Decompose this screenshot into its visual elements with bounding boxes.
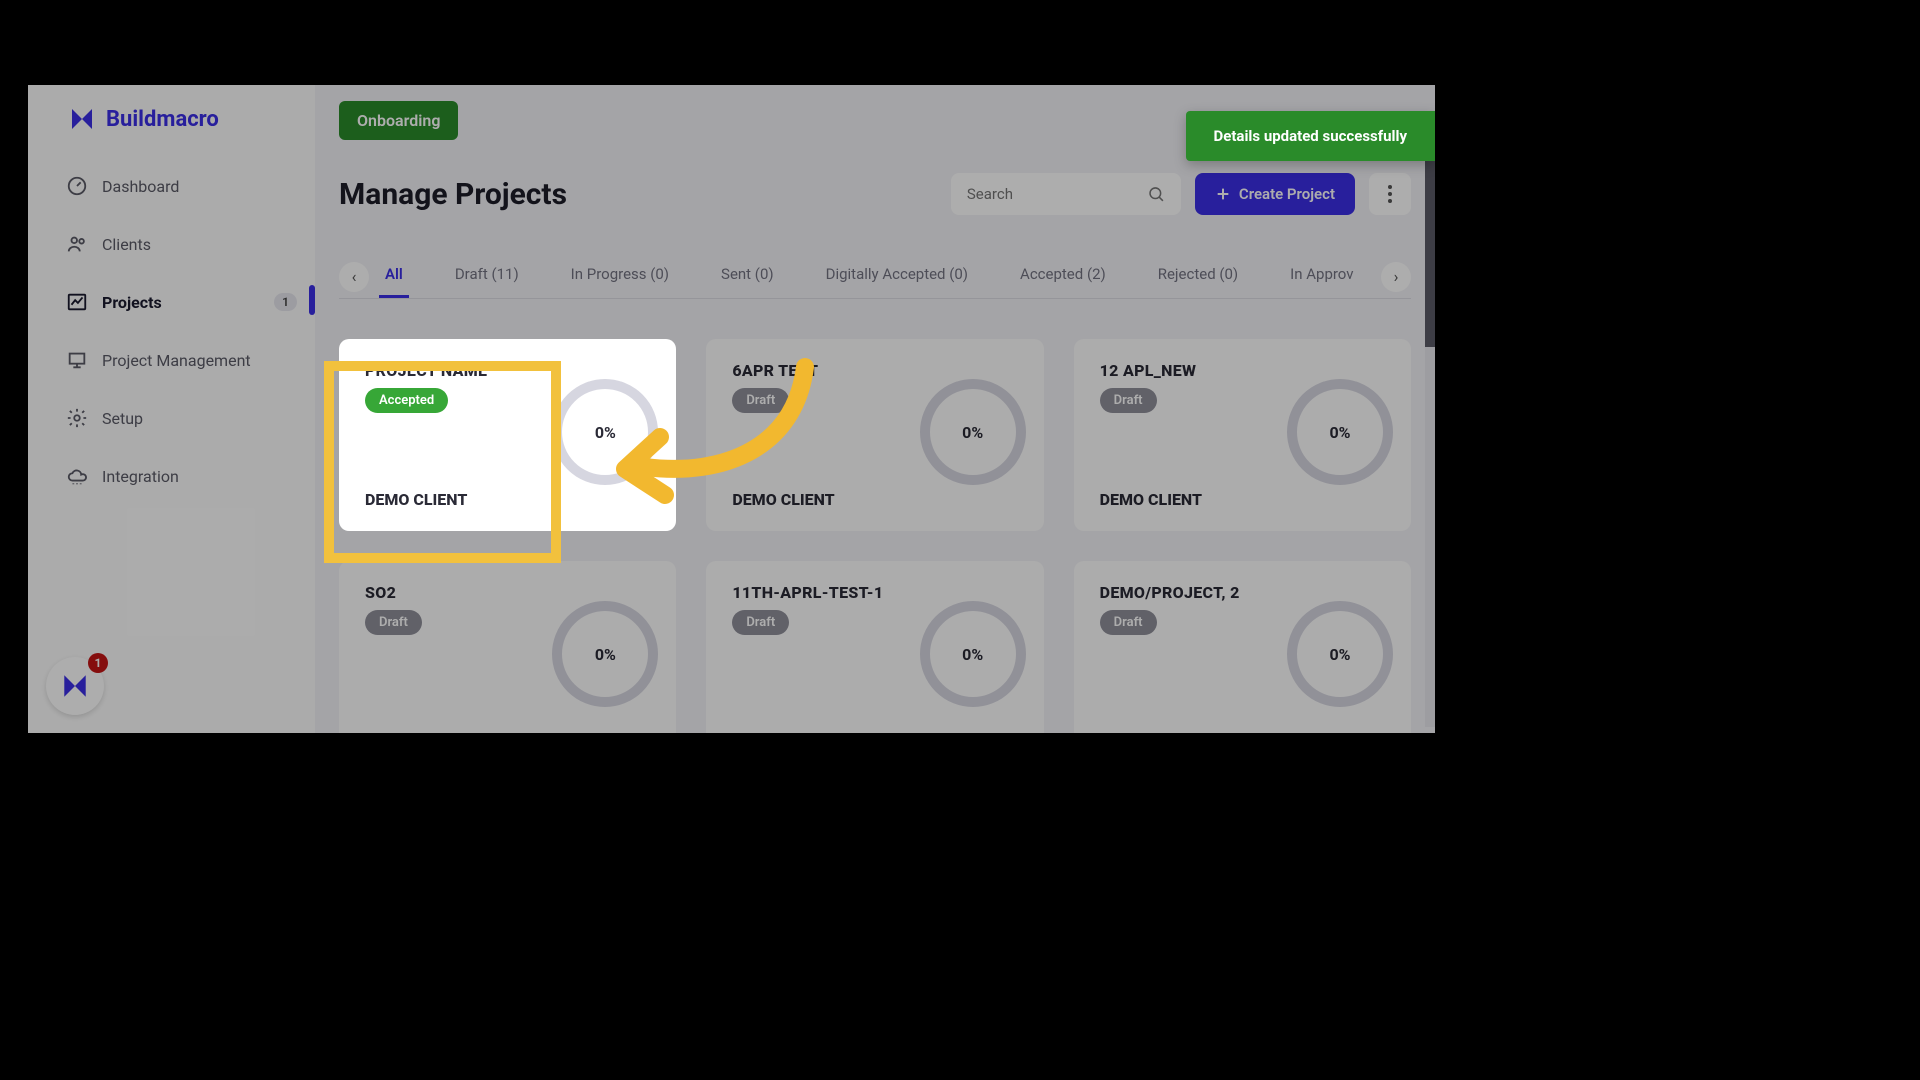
status-badge: Accepted: [365, 388, 448, 413]
success-toast: Details updated successfully: [1186, 111, 1436, 161]
sidebar: Buildmacro Dashboard Clients Projects 1 …: [28, 85, 315, 733]
sidebar-item-project-management[interactable]: Project Management: [28, 331, 315, 389]
nav-label: Setup: [102, 409, 143, 428]
sidebar-item-dashboard[interactable]: Dashboard: [28, 157, 315, 215]
project-card[interactable]: 11TH-APRL-TEST-1 Draft 0%: [706, 561, 1043, 733]
status-badge: Draft: [365, 610, 422, 635]
status-badge: Draft: [732, 610, 789, 635]
nav-list: Dashboard Clients Projects 1 Project Man…: [28, 157, 315, 505]
page-title: Manage Projects: [339, 177, 937, 212]
progress-value: 0%: [962, 423, 983, 442]
project-name: SO2: [365, 583, 650, 602]
project-name: 11TH-APRL-TEST-1: [732, 583, 1017, 602]
status-badge: Draft: [732, 388, 789, 413]
status-badge: Draft: [1100, 610, 1157, 635]
nav-label: Integration: [102, 467, 179, 486]
tab-rejected[interactable]: Rejected (0): [1152, 255, 1244, 298]
progress-value: 0%: [595, 423, 616, 442]
kebab-icon: [1388, 185, 1392, 203]
brand-name: Buildmacro: [106, 107, 219, 132]
progress-ring: 0%: [920, 379, 1026, 485]
nav-label: Project Management: [102, 351, 251, 370]
search-input[interactable]: [967, 185, 1147, 203]
nav-label: Dashboard: [102, 177, 179, 196]
onboarding-button[interactable]: Onboarding: [339, 101, 458, 140]
main-content: Onboarding Manage Projects Create Projec…: [315, 85, 1435, 733]
tabs-scroll-right[interactable]: ›: [1381, 262, 1411, 292]
project-card[interactable]: DEMO/PROJECT, 2 Draft 0%: [1074, 561, 1411, 733]
project-name: DEMO/PROJECT, 2: [1100, 583, 1385, 602]
progress-value: 0%: [962, 645, 983, 664]
help-fab[interactable]: 1: [46, 657, 104, 715]
cloud-icon: [66, 465, 88, 487]
sidebar-item-integration[interactable]: Integration: [28, 447, 315, 505]
plus-icon: [1215, 186, 1231, 202]
progress-ring: 0%: [552, 379, 658, 485]
brand-icon: [68, 105, 96, 133]
progress-ring: 0%: [920, 601, 1026, 707]
presentation-icon: [66, 349, 88, 371]
gear-icon: [66, 407, 88, 429]
app-viewport: Buildmacro Dashboard Clients Projects 1 …: [28, 85, 1435, 733]
tab-all[interactable]: All: [379, 255, 409, 298]
scrollbar-thumb[interactable]: [1425, 147, 1435, 347]
tab-sent[interactable]: Sent (0): [715, 255, 780, 298]
sidebar-item-projects[interactable]: Projects 1: [28, 273, 315, 331]
project-card[interactable]: 6APR TEST Draft 0% DEMO CLIENT: [706, 339, 1043, 531]
project-name: 6APR TEST: [732, 361, 1017, 380]
chart-line-icon: [66, 291, 88, 313]
nav-label: Projects: [102, 293, 162, 312]
brand-logo[interactable]: Buildmacro: [28, 85, 315, 157]
fab-badge: 1: [88, 653, 108, 673]
create-project-label: Create Project: [1239, 185, 1335, 203]
progress-ring: 0%: [1287, 601, 1393, 707]
tabs-scroll-left[interactable]: ‹: [339, 262, 369, 292]
create-project-button[interactable]: Create Project: [1195, 173, 1355, 215]
progress-value: 0%: [1329, 645, 1350, 664]
tab-draft[interactable]: Draft (11): [449, 255, 525, 298]
project-name: 12 APL_NEW: [1100, 361, 1385, 380]
project-client: DEMO CLIENT: [732, 490, 1017, 509]
more-actions-button[interactable]: [1369, 173, 1411, 215]
gauge-icon: [66, 175, 88, 197]
progress-ring: 0%: [552, 601, 658, 707]
project-card[interactable]: SO2 Draft 0%: [339, 561, 676, 733]
users-icon: [66, 233, 88, 255]
projects-grid: PROJECT NAME Accepted 0% DEMO CLIENT 6AP…: [339, 339, 1411, 733]
tab-digitally-accepted[interactable]: Digitally Accepted (0): [820, 255, 974, 298]
project-client: DEMO CLIENT: [365, 490, 650, 509]
tabs-container: All Draft (11) In Progress (0) Sent (0) …: [379, 255, 1371, 298]
project-name: PROJECT NAME: [365, 361, 650, 380]
project-card[interactable]: 12 APL_NEW Draft 0% DEMO CLIENT: [1074, 339, 1411, 531]
page-header: Manage Projects Create Project: [339, 173, 1411, 215]
status-badge: Draft: [1100, 388, 1157, 413]
project-card[interactable]: PROJECT NAME Accepted 0% DEMO CLIENT: [339, 339, 676, 531]
tabs-row: ‹ All Draft (11) In Progress (0) Sent (0…: [339, 255, 1411, 299]
tab-accepted[interactable]: Accepted (2): [1014, 255, 1112, 298]
progress-ring: 0%: [1287, 379, 1393, 485]
tab-in-approval[interactable]: In Approv: [1284, 255, 1359, 298]
tab-in-progress[interactable]: In Progress (0): [565, 255, 675, 298]
project-client: DEMO CLIENT: [1100, 490, 1385, 509]
sidebar-item-clients[interactable]: Clients: [28, 215, 315, 273]
progress-value: 0%: [595, 645, 616, 664]
progress-value: 0%: [1329, 423, 1350, 442]
sidebar-item-setup[interactable]: Setup: [28, 389, 315, 447]
search-box[interactable]: [951, 173, 1181, 215]
nav-badge: 1: [274, 293, 297, 311]
toast-message: Details updated successfully: [1214, 127, 1408, 145]
nav-label: Clients: [102, 235, 151, 254]
search-icon: [1147, 184, 1165, 204]
